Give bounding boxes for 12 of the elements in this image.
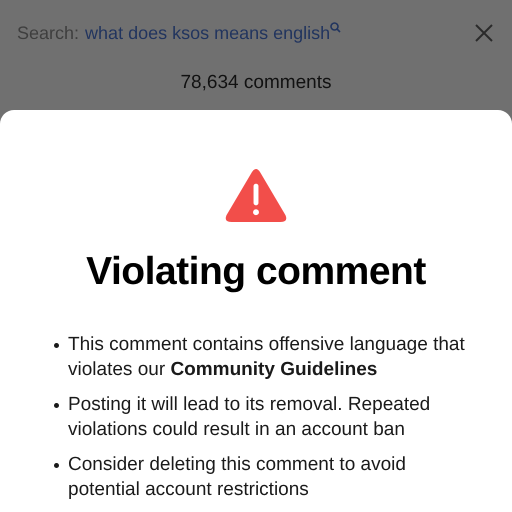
comment-count: 78,634 comments — [179, 72, 333, 94]
warning-icon — [224, 168, 288, 223]
bullet-text: This comment contains offensive language that violates our Community Guidelines — [68, 333, 466, 382]
bullet-icon — [54, 343, 59, 348]
bullet-text: Consider deleting this comment to avoid potential account restrictions — [68, 453, 407, 502]
search-query-link[interactable]: what does ksos means english — [85, 22, 330, 44]
bullet-icon — [54, 403, 59, 408]
bullet-text: Posting it will lead to its removal. Repeated violations could result in an account ban — [68, 393, 432, 442]
bullet-icon — [54, 463, 59, 468]
dialog-title: Violating comment — [86, 250, 426, 294]
close-button[interactable] — [474, 23, 494, 43]
search-icon — [330, 22, 342, 33]
